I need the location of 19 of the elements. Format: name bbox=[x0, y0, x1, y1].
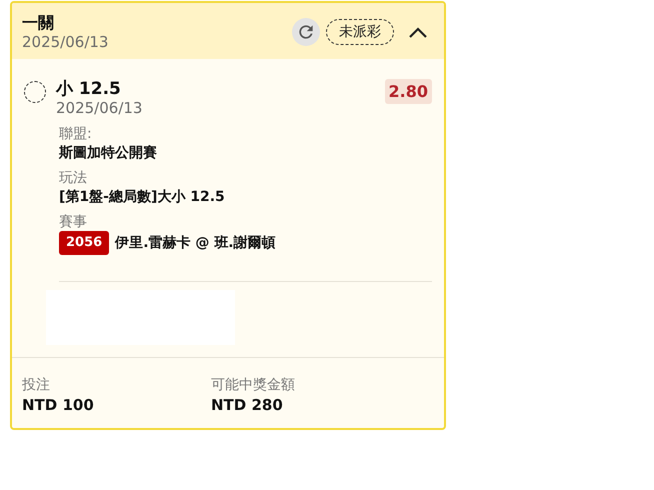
odds-badge: 2.80 bbox=[384, 79, 432, 104]
event-code-badge: 2056 bbox=[59, 231, 110, 255]
field-label: 聯盟: bbox=[59, 125, 92, 143]
status-button[interactable]: 未派彩 bbox=[326, 19, 394, 45]
summary-label: 投注 bbox=[22, 376, 50, 394]
summary-value: NTD 280 bbox=[211, 395, 283, 416]
ticket-title: 一關 bbox=[22, 13, 54, 33]
field-value: 伊里.雷赫卡 @ 班.謝爾頓 bbox=[115, 234, 276, 253]
field-value: [第1盤-總局數]大小 12.5 bbox=[59, 188, 225, 207]
field-label: 玩法 bbox=[59, 169, 87, 187]
ticket-date: 2025/06/13 bbox=[22, 33, 108, 51]
refresh-button[interactable] bbox=[292, 18, 320, 46]
chevron-icon bbox=[408, 25, 428, 39]
summary-label: 可能中獎金額 bbox=[211, 376, 295, 394]
field-value: 斯圖加特公開賽 bbox=[59, 144, 157, 163]
field-label: 賽事 bbox=[59, 213, 87, 231]
selection-pick: 小 12.5 bbox=[56, 79, 122, 99]
selection-date: 2025/06/13 bbox=[56, 99, 144, 117]
summary-value: NTD 100 bbox=[22, 395, 94, 416]
